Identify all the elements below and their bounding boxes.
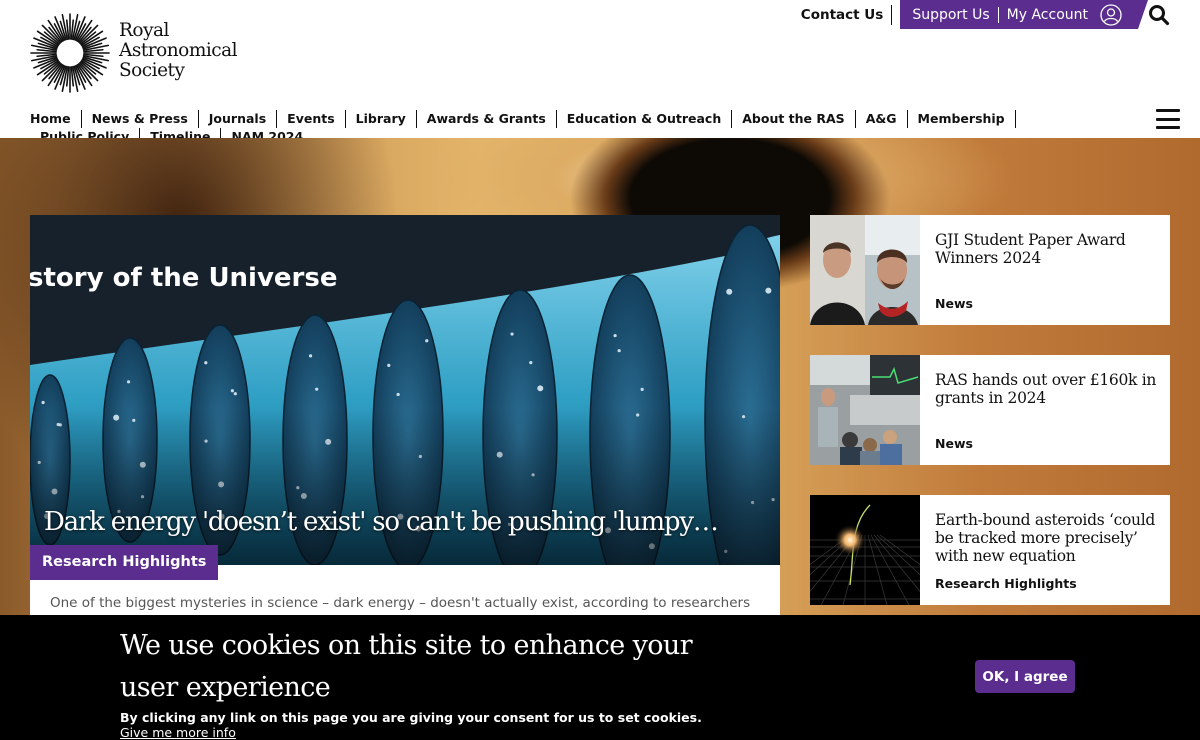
news-card-category: Research Highlights (935, 576, 1077, 591)
nav-awards-grants[interactable]: Awards & Grants (417, 110, 557, 128)
divider (997, 6, 999, 23)
nav-about-ras[interactable]: About the RAS (732, 110, 856, 128)
cookie-consent-text: By clicking any link on this page you ar… (120, 710, 702, 725)
nav-library[interactable]: Library (346, 110, 417, 128)
cookie-banner: We use cookies on this site to enhance y… (0, 615, 1200, 740)
featured-article[interactable]: story of the Universe Dark energy 'doesn… (30, 215, 780, 565)
news-card-title[interactable]: Earth-bound asteroids ‘could be tracked … (935, 511, 1160, 565)
featured-article-category[interactable]: Research Highlights (30, 545, 219, 580)
news-card-title[interactable]: GJI Student Paper Award Winners 2024 (935, 231, 1160, 267)
search-icon[interactable] (1148, 4, 1170, 26)
news-card-title[interactable]: RAS hands out over £160k in grants in 20… (935, 371, 1160, 407)
contact-us-link[interactable]: Contact Us (801, 4, 893, 25)
news-card[interactable]: Earth-bound asteroids ‘could be tracked … (810, 495, 1170, 605)
account-icon[interactable] (1100, 3, 1122, 26)
site-logo[interactable]: Royal Astronomical Society (30, 13, 250, 93)
news-card[interactable]: RAS hands out over £160k in grants in 20… (810, 355, 1170, 465)
support-us-link[interactable]: Support Us (912, 7, 989, 23)
nav-membership[interactable]: Membership (908, 110, 1016, 128)
news-card-category: News (935, 436, 973, 451)
my-account-link[interactable]: My Account (1007, 7, 1088, 23)
logo-text: Royal Astronomical Society (119, 20, 238, 81)
cookie-more-info-link[interactable]: Give me more info (120, 725, 236, 740)
news-card-thumbnail (810, 355, 920, 465)
news-card-thumbnail (810, 495, 920, 605)
news-card-category: News (935, 296, 973, 311)
support-account-bar: Support Us My Account (900, 0, 1148, 29)
news-card[interactable]: GJI Student Paper Award Winners 2024 New… (810, 215, 1170, 325)
nav-events[interactable]: Events (277, 110, 346, 128)
nav-education-outreach[interactable]: Education & Outreach (557, 110, 733, 128)
hamburger-menu-icon[interactable] (1156, 109, 1180, 129)
utility-links: Contact Us Support Us My Account (801, 0, 1170, 29)
nav-ag[interactable]: A&G (856, 110, 908, 128)
featured-article-title[interactable]: Dark energy 'doesn’t exist' so can't be … (44, 507, 719, 537)
cookie-heading: We use cookies on this site to enhance y… (120, 630, 693, 703)
sun-logo-icon (30, 13, 110, 93)
cookie-agree-button[interactable]: OK, I agree (975, 660, 1075, 693)
nav-news-press[interactable]: News & Press (82, 110, 199, 128)
news-card-thumbnail (810, 215, 920, 325)
nav-home[interactable]: Home (30, 110, 82, 128)
nav-journals[interactable]: Journals (199, 110, 278, 128)
image-caption-text: story of the Universe (30, 263, 338, 293)
